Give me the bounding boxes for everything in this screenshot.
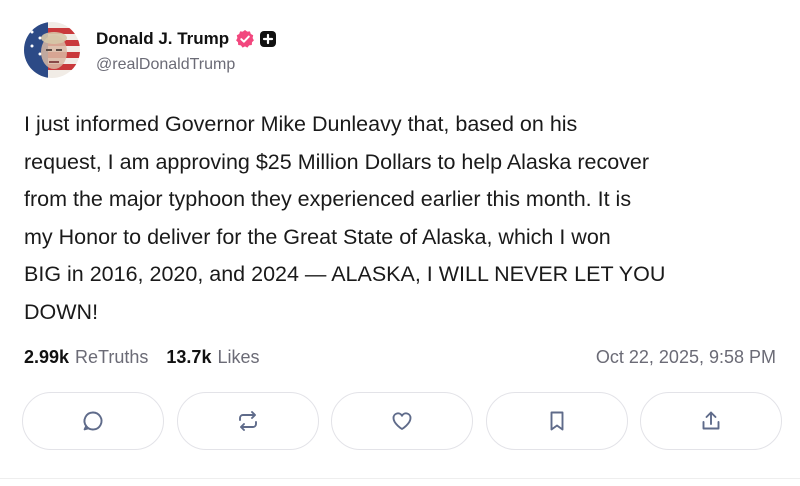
bottom-divider [0,478,800,479]
action-bar [22,392,782,450]
bookmark-button[interactable] [485,392,628,450]
retruth-icon [238,411,257,431]
name-row: Donald J. Trump [96,28,277,50]
bookmark-icon [550,411,563,431]
reply-button[interactable] [22,392,164,450]
likes-count[interactable]: 13.7k [166,347,211,368]
share-button[interactable] [640,392,782,450]
plus-badge-icon [260,31,277,47]
retruths-count[interactable]: 2.99k [24,347,69,368]
author-handle[interactable]: @realDonaldTrump [96,56,277,74]
share-icon [702,411,720,430]
likes-label[interactable]: Likes [217,347,259,368]
verified-badge-icon [236,30,255,48]
post-stats: 2.99k ReTruths 13.7k Likes Oct 22, 2025,… [24,342,776,372]
post-text: I just informed Governor Mike Dunleavy t… [24,112,666,324]
reply-icon [83,411,103,431]
truth-post: Donald J. Trump @realDonaldTrump I just … [0,0,800,486]
author-display-name[interactable]: Donald J. Trump [96,29,229,49]
post-timestamp[interactable]: Oct 22, 2025, 9:58 PM [596,347,776,368]
post-header: Donald J. Trump @realDonaldTrump [24,22,277,78]
like-button[interactable] [331,392,473,450]
retruth-button[interactable] [176,392,319,450]
author-info: Donald J. Trump @realDonaldTrump [96,22,277,74]
avatar-image [24,22,80,78]
retruths-label[interactable]: ReTruths [75,347,148,368]
avatar[interactable] [24,22,80,78]
heart-icon [392,412,412,430]
